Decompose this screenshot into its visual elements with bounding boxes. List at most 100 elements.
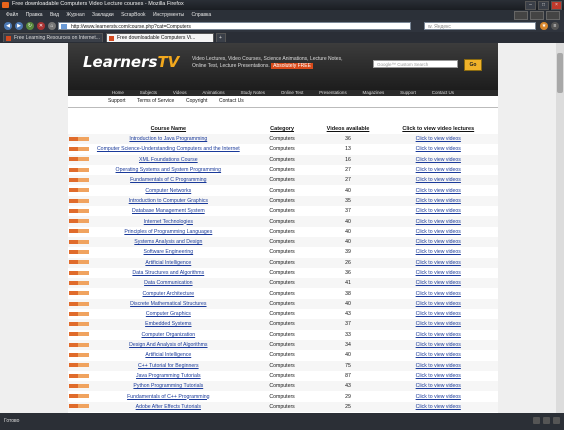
- view-videos-link[interactable]: Click to view videos: [416, 342, 461, 348]
- course-link[interactable]: Systems Analysis and Design: [134, 239, 202, 245]
- view-videos-link[interactable]: Click to view videos: [416, 332, 461, 338]
- site-search-input[interactable]: Google™ Custom Search: [373, 60, 458, 68]
- view-videos-link[interactable]: Click to view videos: [416, 363, 461, 369]
- course-link[interactable]: Java Programming Tutorials: [136, 373, 201, 379]
- home-icon[interactable]: ⌂: [48, 22, 56, 30]
- tray-icon[interactable]: [553, 417, 560, 424]
- course-link[interactable]: Computer Science-Understanding Computers…: [97, 146, 240, 152]
- course-link[interactable]: Computer Organization: [142, 332, 196, 338]
- maximize-button[interactable]: □: [538, 1, 549, 10]
- course-link[interactable]: Fundamentals of C++ Programming: [127, 394, 209, 400]
- course-link[interactable]: Artificial Intelligence: [145, 352, 191, 358]
- forward-icon[interactable]: ▶: [15, 22, 23, 30]
- view-videos-link[interactable]: Click to view videos: [416, 373, 461, 379]
- course-link[interactable]: Database Management System: [132, 208, 205, 214]
- minimize-button[interactable]: –: [525, 1, 536, 10]
- badge-icon: [68, 311, 89, 316]
- course-link[interactable]: Design And Analysis of Algorithms: [129, 342, 207, 348]
- course-link[interactable]: C++ Tutorial for Beginners: [138, 363, 199, 369]
- course-link[interactable]: Fundamentals of C Programming: [130, 177, 206, 183]
- menu-tools[interactable]: Инструменты: [153, 10, 184, 20]
- course-link[interactable]: Embedded Systems: [145, 321, 191, 327]
- view-videos-link[interactable]: Click to view videos: [416, 146, 461, 152]
- course-link[interactable]: Software Engineering: [144, 249, 194, 255]
- menu-bookmarks[interactable]: Закладки: [92, 10, 114, 20]
- course-link[interactable]: Internet Technologies: [144, 219, 193, 225]
- address-bar[interactable]: http://www.learnerstv.com/course.php?cat…: [58, 22, 411, 30]
- menu-help[interactable]: Справка: [192, 10, 212, 20]
- course-link[interactable]: Introduction to Java Programming: [129, 136, 207, 142]
- course-link[interactable]: Operating Systems and System Programming: [116, 167, 222, 173]
- course-cell: Artificial Intelligence: [89, 257, 247, 268]
- view-videos-link[interactable]: Click to view videos: [416, 383, 461, 389]
- course-link[interactable]: Adobe After Effects Tutorials: [136, 404, 201, 410]
- tab-computers-videos[interactable]: Free downloadable Computers Vi...: [106, 33, 214, 42]
- window-titlebar: Free downloadable Computers Video Lectur…: [0, 0, 564, 10]
- close-button[interactable]: ×: [551, 1, 562, 10]
- view-videos-link[interactable]: Click to view videos: [416, 167, 461, 173]
- menu-edit[interactable]: Правка: [26, 10, 43, 20]
- view-videos-link[interactable]: Click to view videos: [416, 321, 461, 327]
- view-videos-link[interactable]: Click to view videos: [416, 177, 461, 183]
- table-row: Fundamentals of C Programming Computers 27…: [68, 175, 498, 186]
- scrollbar-thumb[interactable]: [557, 53, 563, 93]
- subnav-terms[interactable]: Terms of Service: [137, 98, 174, 104]
- subnav-support[interactable]: Support: [108, 98, 126, 104]
- search-input[interactable]: w. Яндекс: [424, 22, 536, 30]
- course-link[interactable]: Discrete Mathematical Structures: [130, 301, 206, 307]
- scrollbar[interactable]: [556, 43, 564, 413]
- flag-icon[interactable]: [514, 11, 528, 20]
- reload-icon[interactable]: ↻: [26, 22, 34, 30]
- view-videos-link[interactable]: Click to view videos: [416, 280, 461, 286]
- tab-learning-resources[interactable]: Free Learning Resources on Internet...: [3, 33, 103, 42]
- badge-icon: [68, 383, 89, 388]
- view-videos-link[interactable]: Click to view videos: [416, 229, 461, 235]
- view-videos-link[interactable]: Click to view videos: [416, 291, 461, 297]
- menu-file[interactable]: Файл: [6, 10, 18, 20]
- view-videos-link[interactable]: Click to view videos: [416, 394, 461, 400]
- view-videos-link[interactable]: Click to view videos: [416, 352, 461, 358]
- subnav-contact[interactable]: Contact Us: [219, 98, 244, 104]
- course-link[interactable]: Principles of Programming Languages: [124, 229, 212, 235]
- site-search-go-button[interactable]: Go: [464, 59, 482, 71]
- category-cell: Computers: [246, 278, 318, 289]
- view-videos-link[interactable]: Click to view videos: [416, 270, 461, 276]
- stop-icon[interactable]: ✕: [37, 22, 45, 30]
- menu-scrapbook[interactable]: ScrapBook: [121, 10, 145, 20]
- view-videos-link[interactable]: Click to view videos: [416, 249, 461, 255]
- course-link[interactable]: Data Structures and Algorithms: [132, 270, 204, 276]
- course-link[interactable]: Data Communication: [144, 280, 192, 286]
- course-link[interactable]: Python Programming Tutorials: [133, 383, 203, 389]
- subnav-copyright[interactable]: Copyright: [186, 98, 207, 104]
- view-videos-link[interactable]: Click to view videos: [416, 208, 461, 214]
- view-videos-link[interactable]: Click to view videos: [416, 188, 461, 194]
- tagline-text: Video Lectures, Video Courses, Science A…: [192, 56, 343, 69]
- tray-icon[interactable]: [533, 417, 540, 424]
- course-link[interactable]: Computer Networks: [145, 188, 191, 194]
- view-videos-link[interactable]: Click to view videos: [416, 157, 461, 163]
- tray-icon[interactable]: [543, 417, 550, 424]
- extension-icon[interactable]: ★: [540, 22, 548, 30]
- site-logo[interactable]: LearnersTV: [83, 53, 179, 71]
- new-tab-button[interactable]: +: [216, 33, 226, 42]
- menu-history[interactable]: Журнал: [66, 10, 84, 20]
- view-videos-link[interactable]: Click to view videos: [416, 260, 461, 266]
- view-videos-link[interactable]: Click to view videos: [416, 301, 461, 307]
- view-videos-link[interactable]: Click to view videos: [416, 219, 461, 225]
- view-videos-link[interactable]: Click to view videos: [416, 198, 461, 204]
- course-link[interactable]: XML Foundations Course: [139, 157, 198, 163]
- table-row: Design And Analysis of Algorithms Compute…: [68, 339, 498, 351]
- view-videos-link[interactable]: Click to view videos: [416, 136, 461, 142]
- addon-icon[interactable]: [546, 11, 560, 20]
- course-link[interactable]: Computer Architecture: [143, 291, 195, 297]
- course-link[interactable]: Artificial Intelligence: [145, 260, 191, 266]
- view-videos-link[interactable]: Click to view videos: [416, 404, 461, 410]
- back-icon[interactable]: ◀: [4, 22, 12, 30]
- menu-icon[interactable]: ≡: [551, 22, 559, 30]
- course-link[interactable]: Introduction to Computer Graphics: [129, 198, 208, 204]
- menu-view[interactable]: Вид: [50, 10, 59, 20]
- view-videos-link[interactable]: Click to view videos: [416, 239, 461, 245]
- flag-icon[interactable]: [530, 11, 544, 20]
- course-link[interactable]: Computer Graphics: [146, 311, 191, 317]
- view-videos-link[interactable]: Click to view videos: [416, 311, 461, 317]
